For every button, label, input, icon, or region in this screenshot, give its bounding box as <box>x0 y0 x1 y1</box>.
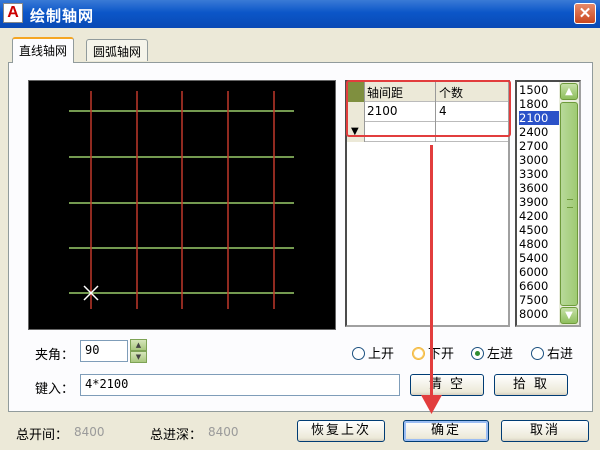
scroll-down-icon[interactable]: ▼ <box>560 307 578 324</box>
radio-icon <box>531 347 544 360</box>
list-item[interactable]: 4200 <box>519 209 559 223</box>
list-item[interactable]: 3000 <box>519 153 559 167</box>
list-item[interactable]: 1800 <box>519 97 559 111</box>
list-item[interactable]: 6600 <box>519 279 559 293</box>
list-item[interactable]: 2400 <box>519 125 559 139</box>
spin-up-icon[interactable]: ▲ <box>130 339 147 351</box>
keyin-input[interactable]: 4*2100 <box>80 374 400 396</box>
tab-arc-grid[interactable]: 圆弧轴网 <box>86 39 149 61</box>
pick-button[interactable]: 拾 取 <box>494 374 568 396</box>
radio-top-open[interactable]: 上开 <box>352 343 394 362</box>
annotation-arrowhead-icon <box>421 395 442 414</box>
radio-label: 右进 <box>547 347 574 362</box>
scroll-up-icon[interactable]: ▲ <box>560 83 578 100</box>
annotation-highlight-box <box>346 80 511 137</box>
radio-bottom-open[interactable]: 下开 <box>412 343 454 362</box>
vertical-axes <box>90 91 275 309</box>
scroll-thumb[interactable] <box>560 102 578 306</box>
spin-down-icon[interactable]: ▼ <box>130 351 147 363</box>
total-depth-value: 8400 <box>208 425 239 439</box>
total-depth-label: 总进深： <box>150 428 203 443</box>
draw-grid-dialog: A 绘制轴网 ✕ 直线轴网 圆弧轴网 轴间距 个数 2100 4 ▼ 1500 … <box>0 0 600 450</box>
list-item[interactable]: 3900 <box>519 195 559 209</box>
radio-label: 左进 <box>487 347 514 362</box>
radio-left-depth[interactable]: 左进 <box>471 343 513 362</box>
radio-icon <box>412 347 425 360</box>
list-item[interactable]: 1500 <box>519 83 559 97</box>
radio-checked-icon <box>471 347 484 360</box>
ok-button[interactable]: 确定 <box>403 420 489 442</box>
list-item[interactable]: 5400 <box>519 251 559 265</box>
keyin-label: 键入： <box>35 382 75 397</box>
list-item[interactable]: 3600 <box>519 181 559 195</box>
list-item[interactable]: 6000 <box>519 265 559 279</box>
autocad-app-icon: A <box>3 3 23 23</box>
angle-input[interactable]: 90 <box>80 340 128 362</box>
radio-right-depth[interactable]: 右进 <box>531 343 573 362</box>
close-button[interactable]: ✕ <box>574 3 596 24</box>
tab-straight-grid[interactable]: 直线轴网 <box>12 37 75 63</box>
radio-label: 上开 <box>368 347 395 362</box>
title-bar[interactable]: A 绘制轴网 ✕ <box>0 0 600 28</box>
spacing-value-list[interactable]: 1500 1800 2100 2400 2700 3000 3300 3600 … <box>515 80 581 327</box>
dialog-title: 绘制轴网 <box>30 7 95 25</box>
list-item[interactable]: 8000 <box>519 307 559 321</box>
list-item[interactable]: 2700 <box>519 139 559 153</box>
list-item-selected[interactable]: 2100 <box>519 111 559 125</box>
list-item[interactable]: 3300 <box>519 167 559 181</box>
cancel-button[interactable]: 取消 <box>501 420 589 442</box>
grid-preview-drawing <box>69 91 294 309</box>
total-width-label: 总开间： <box>16 428 69 443</box>
total-width-value: 8400 <box>74 425 105 439</box>
list-item[interactable]: 7500 <box>519 293 559 307</box>
grip-icon <box>567 199 573 208</box>
grid-preview <box>28 80 336 330</box>
annotation-arrow-line <box>430 145 433 407</box>
list-item[interactable]: 4500 <box>519 223 559 237</box>
angle-label: 夹角： <box>35 348 75 363</box>
list-item[interactable]: 4800 <box>519 237 559 251</box>
angle-spinner[interactable]: ▲ ▼ <box>130 339 147 363</box>
restore-last-button[interactable]: 恢复上次 <box>297 420 385 442</box>
radio-icon <box>352 347 365 360</box>
clear-button[interactable]: 清 空 <box>410 374 484 396</box>
list-scrollbar[interactable]: ▲ ▼ <box>559 82 579 325</box>
